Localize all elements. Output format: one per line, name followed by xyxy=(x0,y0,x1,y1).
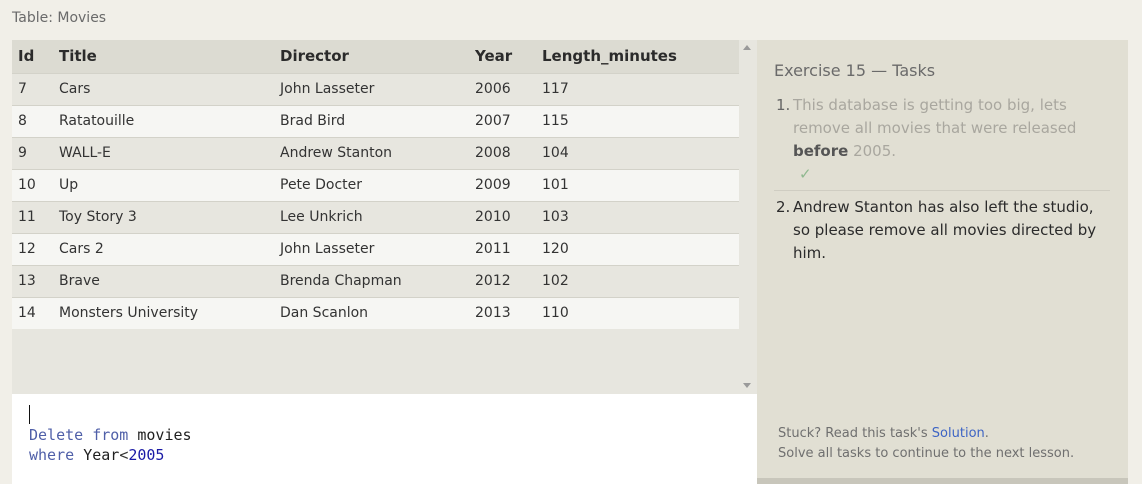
cell-year: 2008 xyxy=(469,136,536,169)
cell-id: 8 xyxy=(12,104,53,137)
cell-year: 2010 xyxy=(469,200,536,233)
column-header-year: Year xyxy=(469,40,536,73)
cell-id: 10 xyxy=(12,168,53,201)
cell-title: Monsters University xyxy=(53,296,274,329)
cell-title: WALL-E xyxy=(53,136,274,169)
task-text-end: 2005. xyxy=(848,142,897,160)
table-row: 11 Toy Story 3 Lee Unkrich 2010 103 xyxy=(12,200,739,233)
cell-id: 14 xyxy=(12,296,53,329)
cell-year: 2006 xyxy=(469,72,536,105)
task-item-1: 1. This database is getting too big, let… xyxy=(774,94,1110,191)
keyword-from: from xyxy=(92,426,129,444)
scroll-up-arrow-icon[interactable] xyxy=(743,45,751,50)
cell-title: Brave xyxy=(53,264,274,297)
code-line-1: Delete from movies xyxy=(29,425,192,445)
task-emphasis: before xyxy=(793,142,849,160)
cell-year: 2013 xyxy=(469,296,536,329)
code-line-2: where Year<2005 xyxy=(29,445,164,465)
task-list: 1. This database is getting too big, let… xyxy=(774,94,1110,265)
cell-length-minutes: 110 xyxy=(536,296,739,329)
column-name: Year xyxy=(83,446,120,464)
cell-length-minutes: 120 xyxy=(536,232,739,265)
cell-year: 2009 xyxy=(469,168,536,201)
cell-id: 9 xyxy=(12,136,53,169)
help-suffix: . xyxy=(984,426,989,441)
cell-title: Cars 2 xyxy=(53,232,274,265)
keyword-delete: Delete xyxy=(29,426,84,444)
results-scrollbar[interactable] xyxy=(739,40,757,394)
task-number: 1. xyxy=(776,96,791,114)
keyword-where: where xyxy=(29,446,75,464)
table-row: 14 Monsters University Dan Scanlon 2013 … xyxy=(12,296,739,329)
cell-director: Andrew Stanton xyxy=(274,136,469,169)
cell-director: Pete Docter xyxy=(274,168,469,201)
column-header-title: Title xyxy=(53,40,274,73)
table-row: 13 Brave Brenda Chapman 2012 102 xyxy=(12,264,739,297)
cell-title: Toy Story 3 xyxy=(53,200,274,233)
cell-length-minutes: 101 xyxy=(536,168,739,201)
cell-director: John Lasseter xyxy=(274,72,469,105)
help-continue: Solve all tasks to continue to the next … xyxy=(778,446,1075,461)
cell-year: 2007 xyxy=(469,104,536,137)
cell-director: Brad Bird xyxy=(274,104,469,137)
operator: < xyxy=(119,446,129,464)
cell-id: 7 xyxy=(12,72,53,105)
panel-footer-bar xyxy=(757,478,1128,484)
cell-year: 2011 xyxy=(469,232,536,265)
cell-id: 11 xyxy=(12,200,53,233)
cell-director: Lee Unkrich xyxy=(274,200,469,233)
cell-length-minutes: 104 xyxy=(536,136,739,169)
help-text: Stuck? Read this task's Solution. Solve … xyxy=(778,424,1074,464)
movies-table: Id Title Director Year Length_minutes 7 … xyxy=(12,40,739,329)
table-row: 10 Up Pete Docter 2009 101 xyxy=(12,168,739,201)
cell-length-minutes: 102 xyxy=(536,264,739,297)
solution-link[interactable]: Solution xyxy=(932,426,985,441)
column-header-director: Director xyxy=(274,40,469,73)
table-row: 9 WALL-E Andrew Stanton 2008 104 xyxy=(12,136,739,169)
cell-director: John Lasseter xyxy=(274,232,469,265)
exercise-heading: Exercise 15 — Tasks xyxy=(774,61,936,80)
column-header-id: Id xyxy=(12,40,53,73)
cell-length-minutes: 117 xyxy=(536,72,739,105)
task-text: This database is getting too big, lets r… xyxy=(793,96,1077,137)
table-row: 12 Cars 2 John Lasseter 2011 120 xyxy=(12,232,739,265)
checkmark-icon: ✓ xyxy=(799,165,812,183)
scroll-down-arrow-icon[interactable] xyxy=(743,383,751,388)
task-number: 2. xyxy=(776,198,791,216)
cell-director: Brenda Chapman xyxy=(274,264,469,297)
help-prefix: Stuck? Read this task's xyxy=(778,426,932,441)
table-caption: Table: Movies xyxy=(12,10,107,26)
cell-id: 13 xyxy=(12,264,53,297)
cell-length-minutes: 115 xyxy=(536,104,739,137)
cell-id: 12 xyxy=(12,232,53,265)
number-literal: 2005 xyxy=(128,446,165,464)
cell-title: Ratatouille xyxy=(53,104,274,137)
table-name: movies xyxy=(137,426,192,444)
text-cursor xyxy=(29,405,30,424)
query-results-panel: Id Title Director Year Length_minutes 7 … xyxy=(12,40,757,394)
cell-title: Up xyxy=(53,168,274,201)
column-header-length-minutes: Length_minutes xyxy=(536,40,739,73)
tasks-panel: Exercise 15 — Tasks 1. This database is … xyxy=(757,40,1128,484)
task-item-2: 2. Andrew Stanton has also left the stud… xyxy=(774,191,1110,265)
cell-director: Dan Scanlon xyxy=(274,296,469,329)
sql-query-editor[interactable]: Delete from movies where Year<2005 xyxy=(12,394,757,484)
task-text: Andrew Stanton has also left the studio,… xyxy=(793,198,1097,262)
table-row: 7 Cars John Lasseter 2006 117 xyxy=(12,72,739,105)
table-row: 8 Ratatouille Brad Bird 2007 115 xyxy=(12,104,739,137)
cell-title: Cars xyxy=(53,72,274,105)
cell-length-minutes: 103 xyxy=(536,200,739,233)
cell-year: 2012 xyxy=(469,264,536,297)
table-header-row: Id Title Director Year Length_minutes xyxy=(12,40,739,73)
